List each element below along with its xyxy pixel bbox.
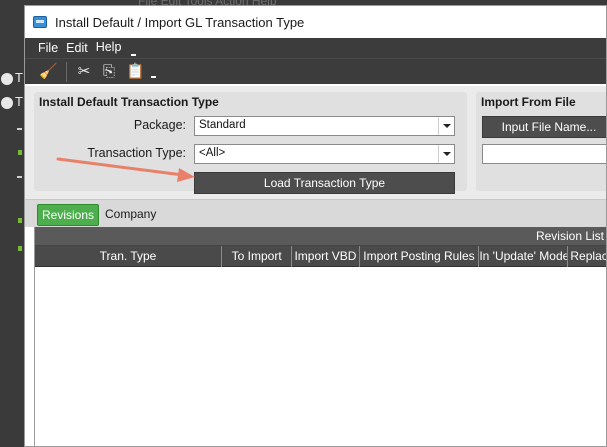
tree-marker: [18, 246, 22, 251]
tree-connector: [17, 176, 22, 178]
menu-file[interactable]: File: [38, 41, 58, 55]
paste-icon[interactable]: 📋: [126, 63, 145, 80]
copy-icon[interactable]: ⎘: [101, 63, 117, 80]
revision-grid: Revision List Tran. Type To Import Impor…: [34, 227, 606, 446]
window-title: Install Default / Import GL Transaction …: [55, 14, 305, 30]
toolbar-overflow-icon[interactable]: [151, 75, 156, 78]
column-replace[interactable]: Replace: [568, 246, 606, 267]
menu-edit[interactable]: Edit: [66, 41, 88, 55]
tree-item-label: T: [15, 94, 23, 109]
globe-icon: [1, 73, 13, 85]
column-tran-type[interactable]: Tran. Type: [35, 246, 223, 267]
tree-item-label: T: [15, 70, 23, 85]
transaction-type-select[interactable]: <All>: [194, 144, 455, 164]
tree-marker: [18, 218, 22, 223]
menu-bar: File Edit Help: [25, 38, 606, 58]
annotation-arrow: [56, 157, 195, 182]
app-window-icon: [33, 16, 47, 28]
tab-strip: Revisions Company: [25, 199, 606, 227]
chevron-down-icon[interactable]: [438, 145, 454, 163]
title-bar[interactable]: Install Default / Import GL Transaction …: [25, 6, 606, 38]
column-to-import[interactable]: To Import: [222, 246, 293, 267]
tab-revisions[interactable]: Revisions: [37, 204, 100, 226]
import-from-file-panel: Import From File Input File Name...: [476, 92, 606, 191]
input-file-name-button[interactable]: Input File Name...: [482, 116, 606, 138]
load-transaction-type-button[interactable]: Load Transaction Type: [194, 172, 455, 194]
column-update-mode[interactable]: In 'Update' Mode: [479, 246, 569, 267]
package-value: Standard: [199, 119, 246, 131]
chevron-down-icon[interactable]: [438, 117, 454, 135]
tab-company[interactable]: Company: [101, 204, 160, 226]
toolbar-separator: [66, 61, 67, 82]
package-label: Package:: [133, 118, 186, 132]
scissors-icon[interactable]: ✂: [76, 63, 92, 80]
install-import-window: Install Default / Import GL Transaction …: [24, 5, 607, 447]
tree-connector: [17, 128, 22, 130]
menu-help[interactable]: Help: [96, 40, 145, 56]
tree-marker: [18, 150, 22, 155]
menu-overflow-icon: [131, 54, 137, 56]
broom-icon[interactable]: 🧹: [39, 63, 58, 80]
revision-list-header: Revision List: [35, 227, 606, 246]
column-header-row: Tran. Type To Import Import VBD Import P…: [35, 246, 606, 267]
install-panel-title: Install Default Transaction Type: [39, 95, 219, 109]
toolbar: 🧹 ✂ ⎘ 📋: [25, 58, 606, 84]
menu-help-label: Help: [95, 40, 122, 54]
globe-icon: [1, 97, 13, 109]
column-import-vbd[interactable]: Import VBD: [292, 246, 360, 267]
import-panel-title: Import From File: [481, 95, 576, 109]
package-select[interactable]: Standard: [194, 116, 455, 136]
column-import-posting-rules[interactable]: Import Posting Rules: [360, 246, 480, 267]
file-name-field[interactable]: [482, 144, 606, 164]
